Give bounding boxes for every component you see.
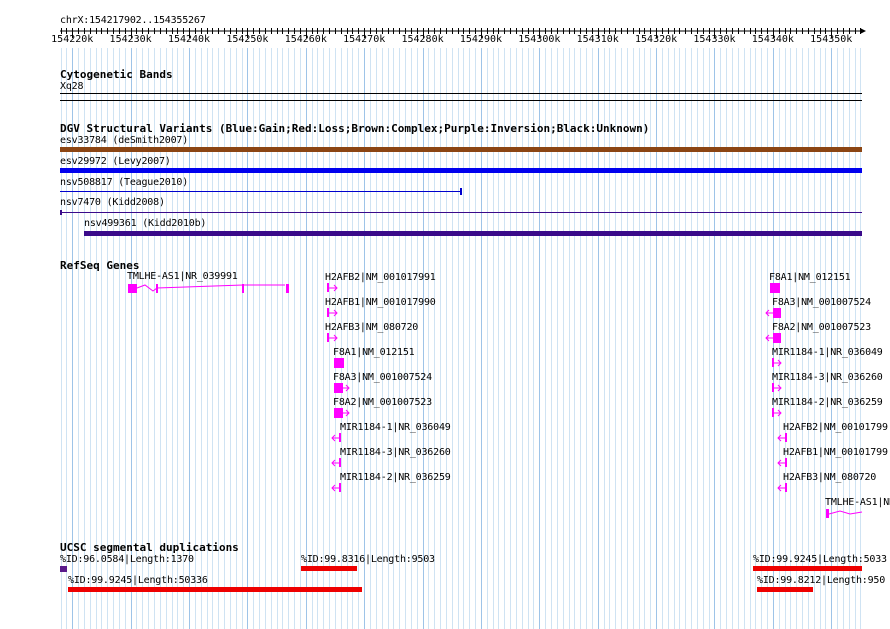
grid-lines bbox=[61, 48, 861, 629]
segdup-label-3: %ID:99.9245|Length:50336 bbox=[68, 575, 208, 586]
gene-features-right[interactable] bbox=[760, 280, 890, 522]
ruler-tick-label: 154320k bbox=[635, 34, 678, 45]
dgv-feature-nsv499361[interactable] bbox=[84, 231, 862, 236]
gene-features-middle[interactable] bbox=[320, 280, 360, 500]
ruler-tick-label: 154260k bbox=[284, 34, 327, 45]
ruler-tick-label: 154240k bbox=[167, 34, 211, 45]
segdup-track-title: UCSC segmental duplications bbox=[60, 541, 239, 554]
dgv-track-title: DGV Structural Variants (Blue:Gain;Red:L… bbox=[60, 122, 650, 135]
segdup-feature-3[interactable] bbox=[68, 587, 362, 592]
dgv-label-nsv7470: nsv7470 (Kidd2008) bbox=[60, 197, 165, 208]
ruler-tick-label: 154340k bbox=[751, 34, 794, 45]
segdup-feature-2[interactable] bbox=[301, 566, 357, 571]
dgv-label-nsv508817: nsv508817 (Teague2010) bbox=[60, 177, 189, 188]
dgv-label-nsv499361: nsv499361 (Kidd2010b) bbox=[84, 218, 207, 229]
ruler-tick-label: 154220k bbox=[51, 34, 94, 45]
segdup-label-4: %ID:99.9245|Length:5033 bbox=[753, 554, 887, 565]
dgv-feature-nsv7470-start bbox=[60, 210, 62, 215]
ruler-tick-label: 154250k bbox=[226, 34, 269, 45]
ruler-tick-label: 154350k bbox=[810, 34, 853, 45]
cytoband-line-bottom bbox=[60, 100, 862, 101]
ruler-tick-label: 154300k bbox=[518, 34, 561, 45]
cytoband-track-title: Cytogenetic Bands bbox=[60, 68, 173, 81]
cytoband-line-top bbox=[60, 93, 862, 94]
ruler-tick-label: 154330k bbox=[693, 34, 736, 45]
dgv-feature-esv29972[interactable] bbox=[60, 168, 862, 173]
segdup-feature-4[interactable] bbox=[753, 566, 862, 571]
dgv-feature-esv33784[interactable] bbox=[60, 147, 862, 152]
dgv-feature-nsv508817[interactable] bbox=[60, 191, 461, 192]
ruler-tick-label: 154230k bbox=[109, 34, 152, 45]
cytoband-label: Xq28 bbox=[60, 81, 84, 92]
ruler-tick-label: 154270k bbox=[343, 34, 386, 45]
dgv-feature-nsv508817-end bbox=[460, 188, 462, 195]
dgv-label-esv29972: esv29972 (Levy2007) bbox=[60, 156, 171, 167]
ruler-tick-label: 154290k bbox=[459, 34, 503, 45]
segdup-feature-1[interactable] bbox=[60, 566, 67, 572]
segdup-label-2: %ID:99.8316|Length:9503 bbox=[301, 554, 435, 565]
dgv-feature-nsv7470[interactable] bbox=[60, 212, 862, 213]
gene-feature-tmlhe-as1[interactable] bbox=[125, 281, 295, 297]
ruler-tick-label: 154310k bbox=[576, 34, 619, 45]
dgv-label-esv33784: esv33784 (deSmith2007) bbox=[60, 135, 189, 146]
segdup-label-5: %ID:99.8212|Length:950 bbox=[757, 575, 886, 586]
segdup-feature-5[interactable] bbox=[757, 587, 813, 592]
ruler-tick-label: 154280k bbox=[401, 34, 444, 45]
segdup-label-1: %ID:96.0584|Length:1370 bbox=[60, 554, 194, 565]
